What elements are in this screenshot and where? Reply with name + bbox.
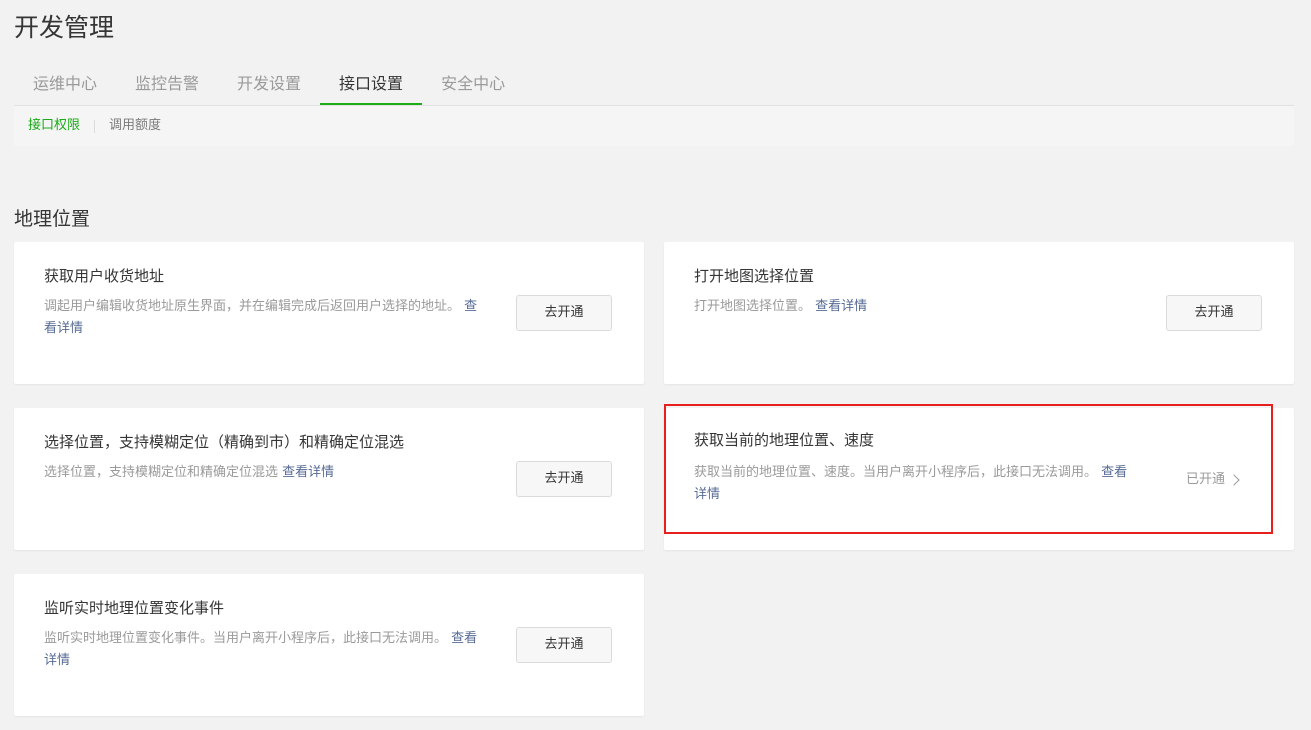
enable-button[interactable]: 去开通 [516,295,612,331]
enable-button[interactable]: 去开通 [516,627,612,663]
card-description-text: 调起用户编辑收货地址原生界面，并在编辑完成后返回用户选择的地址。 [44,299,461,314]
sub-navigation: 接口权限 调用额度 [14,106,1294,146]
card-title: 打开地图选择位置 [694,267,815,285]
tab-bar: 运维中心 监控告警 开发设置 接口设置 安全中心 [14,64,1294,106]
card-description: 选择位置，支持模糊定位和精确定位混选 查看详情 [44,462,484,484]
section-title: 地理位置 [14,208,91,230]
card-description-text: 打开地图选择位置。 [694,299,812,314]
card-title: 监听实时地理位置变化事件 [44,599,225,617]
card-description-text: 获取当前的地理位置、速度。当用户离开小程序后，此接口无法调用。 [694,465,1098,480]
enable-button[interactable]: 去开通 [1166,295,1262,331]
api-card-location-change: 监听实时地理位置变化事件 监听实时地理位置变化事件。当用户离开小程序后，此接口无… [14,574,644,716]
card-description: 打开地图选择位置。 查看详情 [694,296,1134,318]
chevron-right-icon [1228,474,1240,486]
card-description-text: 选择位置，支持模糊定位和精确定位混选 [44,465,279,480]
api-card-open-map: 打开地图选择位置 打开地图选择位置。 查看详情 去开通 [664,242,1294,384]
enabled-status-label: 已开通 [1186,472,1226,487]
view-details-link[interactable]: 查看详情 [282,465,334,480]
card-title: 获取当前的地理位置、速度 [694,431,875,449]
card-description: 调起用户编辑收货地址原生界面，并在编辑完成后返回用户选择的地址。 查看详情 [44,296,484,340]
card-description-text: 监听实时地理位置变化事件。当用户离开小程序后，此接口无法调用。 [44,631,448,646]
page-title: 开发管理 [14,13,115,42]
tab-monitoring-alerts[interactable]: 监控告警 [116,64,218,105]
card-description: 获取当前的地理位置、速度。当用户离开小程序后，此接口无法调用。 查看详情 [694,462,1134,506]
card-description: 监听实时地理位置变化事件。当用户离开小程序后，此接口无法调用。 查看详情 [44,628,484,672]
api-card-shipping-address: 获取用户收货地址 调起用户编辑收货地址原生界面，并在编辑完成后返回用户选择的地址… [14,242,644,384]
card-title: 获取用户收货地址 [44,267,165,285]
subnav-api-permissions[interactable]: 接口权限 [14,119,94,133]
tab-security-center[interactable]: 安全中心 [422,64,524,105]
tab-ops-center[interactable]: 运维中心 [14,64,116,105]
tab-dev-settings[interactable]: 开发设置 [218,64,320,105]
card-title: 选择位置，支持模糊定位（精确到市）和精确定位混选 [44,433,405,451]
subnav-call-quota[interactable]: 调用额度 [95,119,175,133]
enabled-status-link[interactable]: 已开通 [1186,470,1240,490]
api-card-get-location: 获取当前的地理位置、速度 获取当前的地理位置、速度。当用户离开小程序后，此接口无… [664,408,1294,550]
tab-api-settings[interactable]: 接口设置 [320,64,423,105]
view-details-link[interactable]: 查看详情 [815,299,867,314]
api-card-choose-location: 选择位置，支持模糊定位（精确到市）和精确定位混选 选择位置，支持模糊定位和精确定… [14,408,644,550]
enable-button[interactable]: 去开通 [516,461,612,497]
